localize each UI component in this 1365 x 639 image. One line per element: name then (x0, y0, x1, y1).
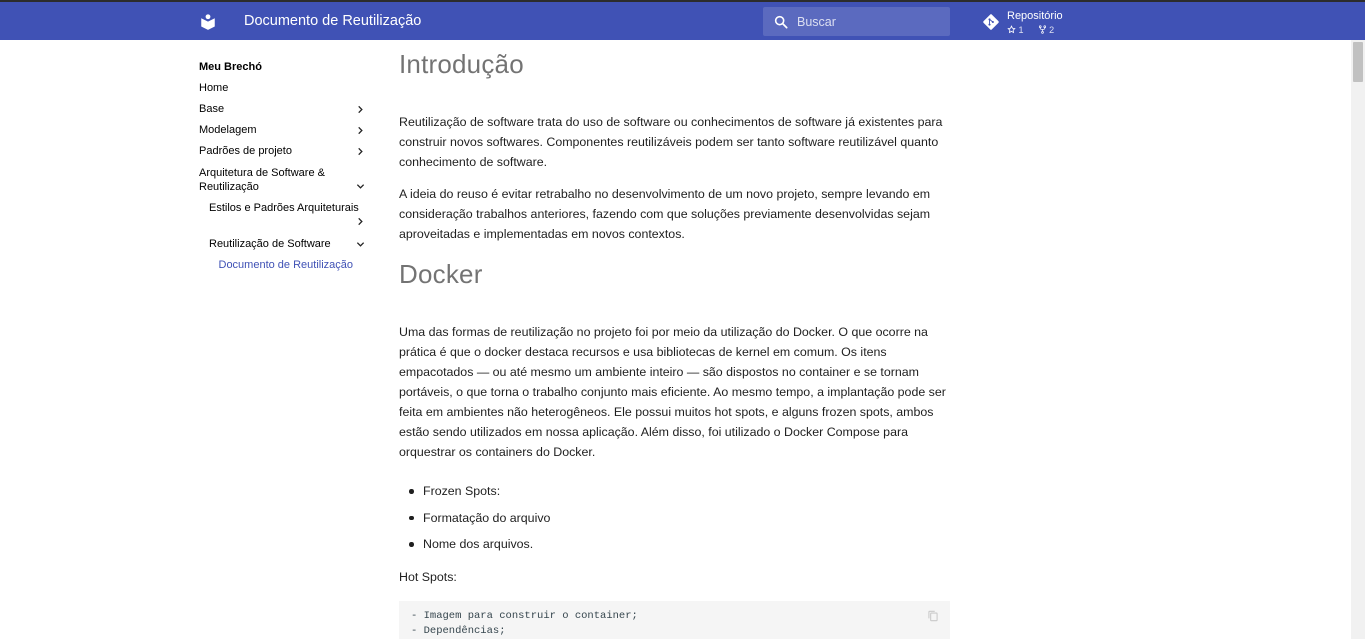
chevron-right-icon (358, 147, 363, 156)
search-icon (774, 15, 788, 29)
top-app-bar: Documento de Reutilização Repositório 1 (0, 0, 1365, 40)
code-line: - Imagem para construir o container; (411, 610, 638, 622)
search-box[interactable] (763, 7, 950, 36)
sidebar-item-home[interactable]: Home (199, 81, 369, 95)
sidebar-item-reutilizacao-software[interactable]: Reutilização de Software (209, 237, 369, 251)
intro-paragraph-1: Reutilização de software trata do uso de… (399, 115, 943, 169)
list-item: Nome dos arquivos. (409, 535, 943, 562)
sidebar-item-label: Padrões de projeto (199, 145, 292, 157)
star-icon (1007, 25, 1016, 34)
sidebar-item-label: Reutilização (199, 181, 259, 193)
sidebar-item-estilos-padroes[interactable]: Estilos e Padrões Arquiteturais (209, 201, 369, 229)
site-title: Documento de Reutilização (244, 13, 422, 29)
heading-introducao: Introdução (399, 49, 524, 79)
sidebar-item-label: Home (199, 82, 229, 94)
fork-count: 2 (1049, 24, 1055, 35)
chevron-down-icon (356, 184, 365, 189)
scrollbar-thumb[interactable] (1353, 42, 1363, 82)
sidebar-item-modelagem[interactable]: Modelagem (199, 123, 369, 137)
list-item: Frozen Spots: (409, 482, 943, 509)
chevron-down-icon (356, 242, 365, 247)
chevron-right-icon (358, 217, 363, 226)
sidebar-item-label: Arquitetura de Software & (199, 167, 325, 179)
sidebar-item-documento-reutilizacao[interactable]: Documento de Reutilização (219, 258, 369, 272)
copy-icon[interactable] (926, 609, 940, 623)
sidebar-item-label: Estilos e Padrões Arquiteturais (209, 202, 359, 214)
code-line: - Dependências; (411, 625, 506, 637)
sidebar-item-padroes-de-projeto[interactable]: Padrões de projeto (199, 144, 369, 158)
sidebar-item-base[interactable]: Base (199, 102, 369, 116)
sidebar-item-label: Documento de Reutilização (218, 259, 354, 271)
sidebar-item-label: Base (199, 103, 225, 115)
sidebar-item-label: Reutilização de Software (209, 238, 331, 250)
code-block[interactable]: - Imagem para construir o container; - D… (399, 601, 950, 639)
search-input[interactable] (797, 7, 947, 36)
repository-name: Repositório (1007, 10, 1063, 22)
sidebar-item-arquitetura[interactable]: Arquitetura de Software & Reutilização (199, 166, 369, 194)
book-logo-icon[interactable] (199, 13, 217, 31)
star-count: 1 (1018, 24, 1024, 35)
repository-stats: 1 2 (1007, 23, 1054, 36)
repository-link[interactable]: Repositório 1 2 (982, 6, 1102, 38)
intro-paragraph-2: A ideia do reuso é evitar retrabalho no … (399, 187, 931, 241)
sidebar-item-label: Modelagem (199, 124, 257, 136)
page-scrollbar[interactable] (1351, 40, 1365, 639)
git-icon (983, 14, 999, 30)
docker-paragraph: Uma das formas de reutilização no projet… (399, 325, 946, 459)
hot-spots-label: Hot Spots: (399, 570, 457, 584)
nav-title: Meu Brechó (199, 61, 262, 73)
heading-docker: Docker (399, 259, 483, 289)
frozen-spots-list: Frozen Spots: Formatação do arquivo Nome… (409, 482, 943, 562)
chevron-right-icon (358, 105, 363, 114)
list-item: Formatação do arquivo (409, 509, 943, 536)
chevron-right-icon (358, 126, 363, 135)
fork-icon (1038, 25, 1046, 34)
